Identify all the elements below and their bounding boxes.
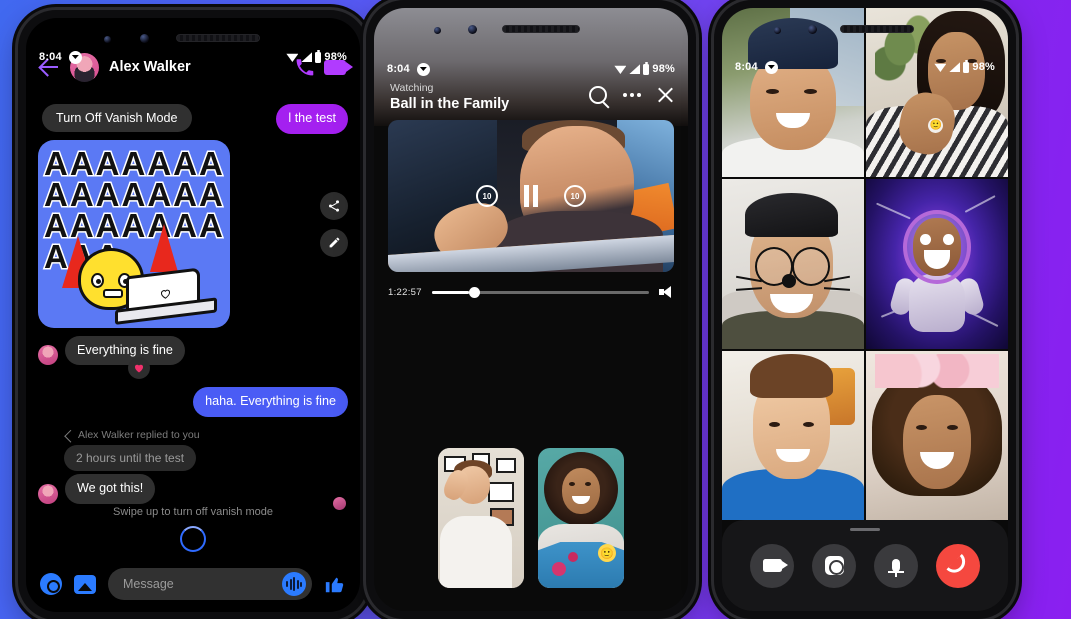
battery-icon bbox=[315, 49, 322, 63]
volume-icon[interactable] bbox=[659, 286, 674, 298]
video-camera-icon bbox=[762, 559, 788, 572]
message-bubble: We got this! bbox=[65, 474, 156, 504]
messenger-notification-icon bbox=[416, 62, 430, 76]
phone-group-video-call: 🙂 8:04 98% bbox=[714, 0, 1016, 619]
microphone-icon bbox=[888, 559, 904, 577]
watch-together-actions bbox=[589, 86, 674, 104]
participant-4[interactable] bbox=[866, 179, 1008, 349]
pencil-edit-icon[interactable] bbox=[320, 228, 348, 257]
video-scrubber[interactable]: 1:22:57 bbox=[388, 286, 674, 298]
progress-knob[interactable] bbox=[468, 286, 480, 298]
camera-icon[interactable] bbox=[40, 573, 62, 595]
wifi-icon bbox=[934, 63, 947, 72]
flip-camera-button[interactable] bbox=[812, 543, 856, 588]
participant-2[interactable]: 🙂 bbox=[866, 8, 1008, 178]
forward-10-icon[interactable]: 10 bbox=[564, 185, 586, 207]
screen: 8:04 98% Alex Walker l the test Turn Off… bbox=[26, 18, 360, 612]
progress-track[interactable] bbox=[431, 286, 649, 298]
swipe-hint: Swipe up to turn off vanish mode bbox=[26, 506, 360, 552]
phone-watch-together: 8:04 98% Watching Ball in the Family 10 … bbox=[366, 0, 696, 619]
participant-tile-2[interactable]: 🙂 bbox=[538, 448, 624, 588]
reply-meta: Alex Walker replied to you bbox=[64, 429, 348, 443]
participant-6[interactable] bbox=[866, 350, 1008, 520]
vanish-mode-row: l the test Turn Off Vanish Mode bbox=[38, 104, 348, 134]
watch-together-titles: Watching Ball in the Family bbox=[390, 82, 509, 112]
participant-tiles: 🙂 bbox=[374, 448, 688, 588]
sticker-image[interactable]: AAAAAAAAAAAAAAAAAAAAAAAA bbox=[38, 139, 230, 328]
watching-label: Watching bbox=[390, 82, 434, 94]
sticker-actions bbox=[320, 140, 348, 257]
video-timestamp: 1:22:57 bbox=[388, 286, 422, 298]
status-bar: 8:04 98% bbox=[26, 44, 360, 70]
cellular-signal-icon bbox=[629, 64, 641, 74]
emoji-badge: 🙂 bbox=[928, 118, 944, 134]
phone-messenger-chat: 8:04 98% Alex Walker l the test Turn Off… bbox=[18, 10, 368, 619]
video-player[interactable]: 10 10 bbox=[388, 120, 674, 272]
reply-arrow-icon bbox=[64, 429, 77, 443]
vanish-message-bubble: l the test bbox=[276, 104, 348, 134]
battery-percent: 98% bbox=[324, 51, 347, 63]
gallery-icon[interactable] bbox=[74, 574, 96, 594]
message-row: We got this! bbox=[38, 474, 348, 504]
message-bubble: haha. Everything is fine bbox=[193, 387, 348, 418]
swipe-progress-ring bbox=[180, 526, 206, 552]
swipe-hint-text: Swipe up to turn off vanish mode bbox=[112, 506, 273, 518]
screen: 8:04 98% Watching Ball in the Family 10 … bbox=[374, 8, 688, 611]
battery-percent: 98% bbox=[652, 63, 675, 75]
progress-fill bbox=[431, 290, 469, 294]
video-title: Ball in the Family bbox=[390, 96, 510, 112]
heart-icon bbox=[134, 365, 144, 373]
emoji-badge: 🙂 bbox=[598, 544, 616, 562]
message-list: l the test Turn Off Vanish Mode AAAAAAAA… bbox=[26, 90, 360, 516]
toggle-video-button[interactable] bbox=[750, 543, 794, 588]
avatar bbox=[38, 345, 58, 366]
participant-5[interactable] bbox=[722, 350, 864, 520]
battery-percent: 98% bbox=[972, 61, 995, 73]
battery-icon bbox=[963, 59, 970, 73]
participant-1[interactable] bbox=[722, 8, 864, 178]
message-input-placeholder: Message bbox=[123, 577, 174, 591]
wifi-icon bbox=[614, 65, 627, 74]
status-bar: 8:04 98% bbox=[374, 56, 688, 82]
reply-meta-text: Alex Walker replied to you bbox=[78, 429, 200, 442]
status-time: 8:04 bbox=[735, 61, 758, 73]
thumbs-up-icon[interactable] bbox=[324, 573, 346, 595]
cellular-signal-icon bbox=[949, 62, 961, 72]
participant-tile-1[interactable] bbox=[438, 448, 524, 588]
turn-off-vanish-mode-tooltip[interactable]: Turn Off Vanish Mode bbox=[42, 104, 192, 132]
close-icon[interactable] bbox=[657, 87, 674, 104]
search-icon[interactable] bbox=[589, 86, 607, 104]
participant-grid: 🙂 bbox=[722, 8, 1008, 520]
more-options-icon[interactable] bbox=[623, 93, 641, 97]
voice-wave-icon[interactable] bbox=[282, 572, 306, 596]
avatar bbox=[38, 483, 58, 504]
status-time: 8:04 bbox=[39, 51, 62, 63]
share-icon[interactable] bbox=[320, 191, 348, 220]
flip-camera-icon bbox=[824, 556, 844, 575]
battery-icon bbox=[643, 61, 650, 75]
message-input[interactable]: Message bbox=[108, 568, 312, 600]
end-call-icon bbox=[946, 553, 970, 578]
wifi-icon bbox=[286, 53, 299, 62]
rewind-10-icon[interactable]: 10 bbox=[476, 185, 498, 207]
sticker-message: AAAAAAAAAAAAAAAAAAAAAAAA bbox=[38, 139, 348, 328]
toggle-mic-button[interactable] bbox=[874, 543, 918, 588]
drag-handle[interactable] bbox=[850, 528, 880, 531]
end-call-button[interactable] bbox=[936, 543, 980, 588]
status-bar: 8:04 98% bbox=[722, 54, 1008, 80]
messenger-notification-icon bbox=[68, 50, 82, 64]
messenger-notification-icon bbox=[764, 60, 778, 74]
participant-3[interactable] bbox=[722, 179, 864, 349]
pause-icon[interactable] bbox=[524, 185, 538, 207]
status-time: 8:04 bbox=[387, 63, 410, 75]
message-row: haha. Everything is fine bbox=[38, 387, 348, 418]
screen: 🙂 8:04 98% bbox=[722, 8, 1008, 611]
cellular-signal-icon bbox=[301, 52, 313, 62]
heart-reaction[interactable] bbox=[128, 357, 348, 380]
message-composer: Message bbox=[26, 556, 360, 612]
player-controls: 10 10 bbox=[388, 120, 674, 272]
call-controls-bar bbox=[722, 520, 1008, 611]
quoted-message: 2 hours until the test bbox=[64, 445, 197, 472]
